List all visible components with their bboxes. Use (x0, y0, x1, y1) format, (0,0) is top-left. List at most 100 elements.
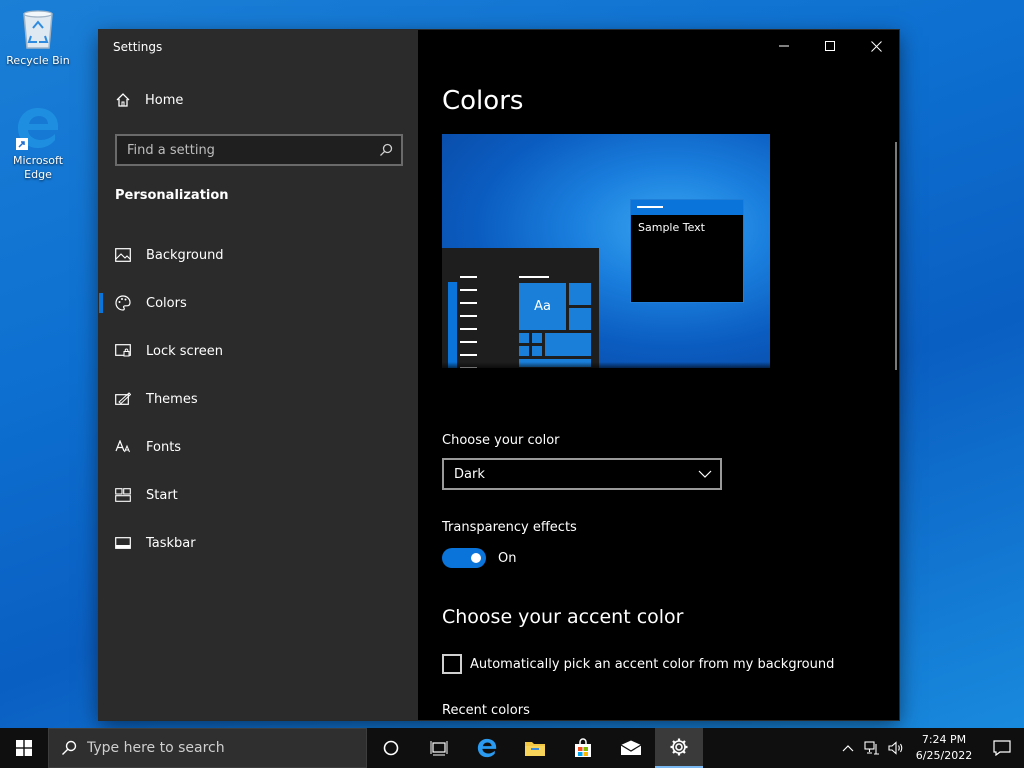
cortana-button[interactable] (367, 728, 415, 768)
settings-sidebar: Settings Home Personalization Background (99, 30, 418, 720)
sidebar-item-label: Colors (146, 295, 187, 311)
windows-logo-icon (16, 740, 32, 756)
sidebar-item-fonts[interactable]: Fonts (99, 423, 418, 471)
network-button[interactable] (860, 728, 884, 768)
mail-icon (620, 740, 642, 755)
task-view-icon (430, 741, 448, 756)
settings-taskbar-button[interactable] (655, 728, 703, 768)
personalization-nav: Background Colors Lock screen Themes Fon… (99, 231, 418, 567)
preview-tile (518, 332, 530, 344)
auto-accent-option[interactable]: Automatically pick an accent color from … (442, 654, 834, 674)
action-center-button[interactable] (980, 728, 1024, 768)
auto-accent-label: Automatically pick an accent color from … (470, 656, 835, 672)
task-view-button[interactable] (415, 728, 463, 768)
recycle-bin-label: Recycle Bin (6, 54, 70, 67)
preview-tiles: Aa (518, 282, 592, 368)
preview-window: Sample Text (630, 199, 744, 303)
settings-search-input[interactable] (127, 142, 367, 158)
preview-sample-text: Sample Text (638, 221, 705, 234)
clock-time: 7:24 PM (921, 733, 967, 746)
preview-tile (544, 332, 592, 357)
recycle-bin-shortcut[interactable]: Recycle Bin (3, 6, 73, 68)
auto-accent-checkbox[interactable] (442, 654, 462, 674)
search-icon (62, 740, 77, 755)
preview-tile-header (519, 276, 549, 278)
sidebar-item-colors[interactable]: Colors (99, 279, 418, 327)
fonts-icon (115, 440, 146, 454)
volume-button[interactable] (884, 728, 908, 768)
recycle-bin-icon (23, 10, 53, 49)
start-button[interactable] (0, 728, 48, 768)
transparency-row: On (442, 548, 516, 568)
palette-icon (115, 295, 146, 311)
preview-menu-lines (460, 276, 477, 368)
sidebar-item-label: Lock screen (146, 343, 223, 359)
window-title: Settings (113, 40, 163, 54)
taskbar: 7:24 PM 6/25/2022 (0, 728, 1024, 768)
picture-icon (115, 248, 146, 262)
sidebar-item-start[interactable]: Start (99, 471, 418, 519)
content-scrollbar[interactable] (895, 142, 897, 370)
preview-window-titlebar (631, 200, 743, 215)
sidebar-item-label: Start (146, 487, 178, 503)
themes-icon (115, 392, 146, 406)
clock-date: 6/25/2022 (915, 749, 973, 762)
gear-icon (670, 738, 688, 756)
lock-screen-icon (115, 344, 146, 358)
preview-taskbar-shade (442, 362, 770, 368)
edge-shortcut[interactable]: Microsoft Edge (3, 104, 73, 182)
taskbar-edge-button[interactable] (463, 728, 511, 768)
chevron-up-icon (842, 745, 854, 752)
preview-tile (518, 345, 530, 357)
preview-tile (568, 307, 592, 331)
transparency-label: Transparency effects (442, 520, 577, 535)
transparency-toggle[interactable] (442, 548, 486, 568)
taskbar-icon (115, 537, 146, 549)
preview-tile (531, 332, 543, 344)
mail-button[interactable] (607, 728, 655, 768)
edge-icon (477, 738, 497, 758)
notification-icon (993, 740, 1011, 756)
edge-label: Microsoft Edge (12, 154, 64, 181)
preview-tile-large: Aa (518, 282, 567, 331)
taskbar-search-input[interactable] (87, 740, 347, 756)
edge-icon (16, 108, 58, 150)
sidebar-item-background[interactable]: Background (99, 231, 418, 279)
system-tray: 7:24 PM 6/25/2022 (836, 728, 1024, 768)
show-hidden-icons-button[interactable] (836, 728, 860, 768)
sidebar-item-label: Fonts (146, 439, 182, 455)
preview-start-sidebar (448, 282, 457, 368)
transparency-state: On (498, 550, 517, 566)
accent-color-heading: Choose your accent color (442, 606, 684, 628)
speaker-icon (888, 741, 903, 755)
colors-page: Colors Aa Sample Text Choose your color … (418, 30, 899, 720)
store-icon (575, 738, 591, 757)
page-title: Colors (442, 86, 524, 116)
choose-color-value: Dark (454, 466, 485, 482)
sidebar-item-themes[interactable]: Themes (99, 375, 418, 423)
sidebar-item-label: Taskbar (146, 535, 196, 551)
chevron-down-icon (698, 470, 712, 478)
section-heading: Personalization (115, 188, 229, 203)
choose-color-label: Choose your color (442, 433, 560, 448)
settings-search (115, 134, 403, 166)
home-icon (115, 92, 145, 108)
sidebar-item-taskbar[interactable]: Taskbar (99, 519, 418, 567)
taskbar-clock[interactable]: 7:24 PM 6/25/2022 (908, 732, 980, 764)
search-icon[interactable] (379, 143, 393, 157)
sidebar-item-lock-screen[interactable]: Lock screen (99, 327, 418, 375)
sidebar-item-label: Background (146, 247, 224, 263)
recent-colors-label: Recent colors (442, 703, 530, 718)
store-button[interactable] (559, 728, 607, 768)
taskbar-search (48, 728, 367, 768)
network-icon (864, 741, 879, 755)
cortana-icon (383, 740, 399, 756)
start-icon (115, 488, 146, 502)
preview-tile (531, 345, 543, 357)
file-explorer-button[interactable] (511, 728, 559, 768)
sidebar-item-label: Themes (146, 391, 198, 407)
theme-preview: Aa Sample Text (442, 134, 770, 368)
nav-home[interactable]: Home (115, 92, 183, 108)
settings-window: Settings Home Personalization Background (99, 30, 899, 720)
choose-color-dropdown[interactable]: Dark (442, 458, 722, 490)
